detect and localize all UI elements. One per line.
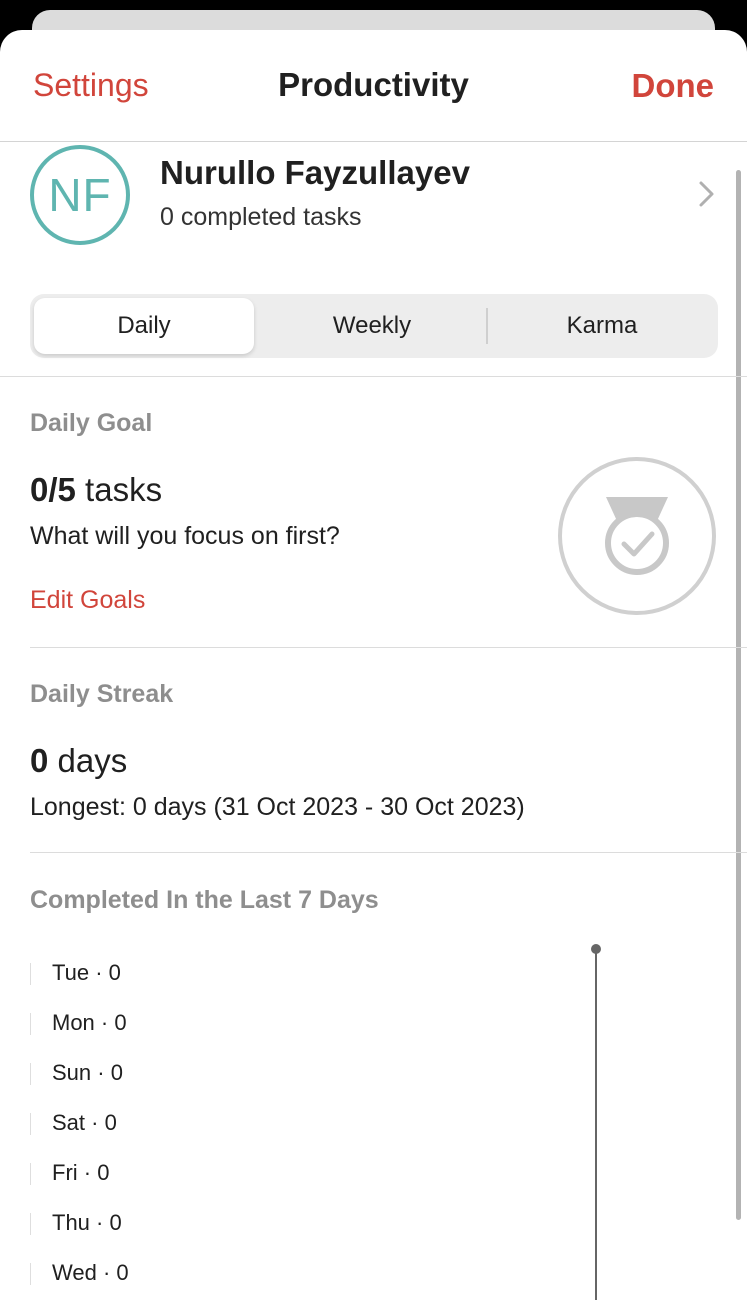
day-tick — [30, 1163, 31, 1185]
medal-icon — [558, 457, 716, 615]
chevron-right-icon — [699, 181, 714, 207]
done-button[interactable]: Done — [632, 67, 715, 105]
period-segmented-control: Daily Weekly Karma — [30, 294, 718, 358]
day-label: Wed · 0 — [52, 1260, 129, 1285]
daily-streak-value: 0 days — [30, 742, 127, 780]
day-label: Thu · 0 — [52, 1210, 122, 1235]
divider — [30, 647, 747, 648]
day-tick — [30, 1063, 31, 1085]
goal-prompt: What will you focus on first? — [30, 522, 340, 550]
productivity-sheet: Settings Productivity Done NF Nurullo Fa… — [0, 30, 747, 1300]
goal-unit: tasks — [75, 471, 163, 508]
day-tick — [30, 963, 31, 985]
chart-axis-line — [595, 950, 597, 1300]
streak-count: 0 — [30, 742, 49, 779]
last-7-days-title: Completed In the Last 7 Days — [30, 886, 379, 914]
divider — [30, 852, 747, 853]
day-tick — [30, 1013, 31, 1035]
day-label: Sun · 0 — [52, 1060, 123, 1085]
daily-goal-progress: 0/5 tasks — [30, 471, 162, 509]
scrollbar[interactable] — [736, 170, 741, 1220]
day-tick — [30, 1213, 31, 1235]
divider — [0, 376, 747, 377]
avatar: NF — [30, 145, 130, 245]
streak-unit: days — [48, 742, 128, 779]
longest-streak: Longest: 0 days (31 Oct 2023 - 30 Oct 20… — [30, 793, 525, 821]
daily-goal-title: Daily Goal — [30, 409, 153, 437]
day-tick — [30, 1113, 31, 1135]
edit-goals-button[interactable]: Edit Goals — [30, 586, 145, 615]
navigation-bar: Settings Productivity Done — [0, 30, 747, 142]
completed-tasks-count: 0 completed tasks — [160, 203, 362, 231]
day-label: Mon · 0 — [52, 1010, 127, 1035]
tab-daily[interactable]: Daily — [34, 298, 254, 354]
profile-row[interactable]: NF Nurullo Fayzullayev 0 completed tasks — [0, 142, 747, 252]
day-tick — [30, 1263, 31, 1285]
profile-name: Nurullo Fayzullayev — [160, 154, 470, 191]
tab-karma[interactable]: Karma — [488, 294, 716, 358]
daily-streak-title: Daily Streak — [30, 680, 174, 708]
day-label: Tue · 0 — [52, 960, 121, 985]
day-label: Sat · 0 — [52, 1110, 117, 1135]
tab-weekly[interactable]: Weekly — [258, 294, 486, 358]
goal-count: 0/5 — [30, 471, 76, 508]
day-label: Fri · 0 — [52, 1160, 110, 1185]
